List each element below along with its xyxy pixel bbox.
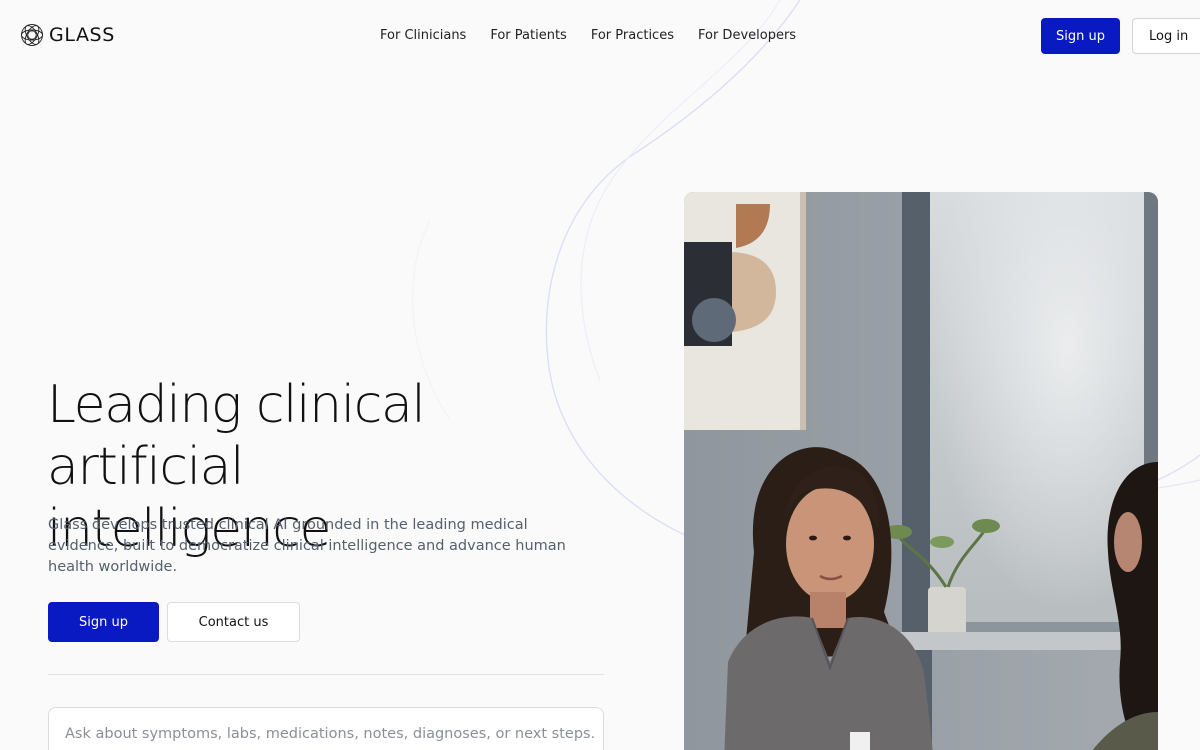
nav-link-practices[interactable]: For Practices (591, 27, 674, 45)
ask-input[interactable] (65, 722, 595, 746)
clinician-photo-illustration (684, 192, 1158, 750)
site-header: GLASS For Clinicians For Patients For Pr… (0, 0, 1200, 72)
section-divider (48, 674, 604, 675)
header-signup-button[interactable]: Sign up (1041, 18, 1120, 54)
nav-link-clinicians[interactable]: For Clinicians (380, 27, 466, 45)
header-login-button[interactable]: Log in (1132, 18, 1200, 54)
nav-link-patients[interactable]: For Patients (490, 27, 566, 45)
hero-subtitle: Glass develops trusted clinical AI groun… (48, 517, 566, 575)
hero-signup-button[interactable]: Sign up (48, 602, 159, 642)
hero-photo (684, 192, 1158, 750)
contact-us-button[interactable]: Contact us (167, 602, 300, 642)
glass-logo-icon (21, 24, 43, 46)
brand-logo[interactable]: GLASS (20, 23, 115, 47)
nav-link-developers[interactable]: For Developers (698, 27, 796, 45)
brand-name: GLASS (49, 24, 115, 46)
page: GLASS For Clinicians For Patients For Pr… (0, 0, 1200, 750)
main-nav: For Clinicians For Patients For Practice… (380, 27, 820, 45)
hero-title-line-1: Leading clinical artificial (47, 375, 426, 497)
ask-box (48, 707, 604, 750)
